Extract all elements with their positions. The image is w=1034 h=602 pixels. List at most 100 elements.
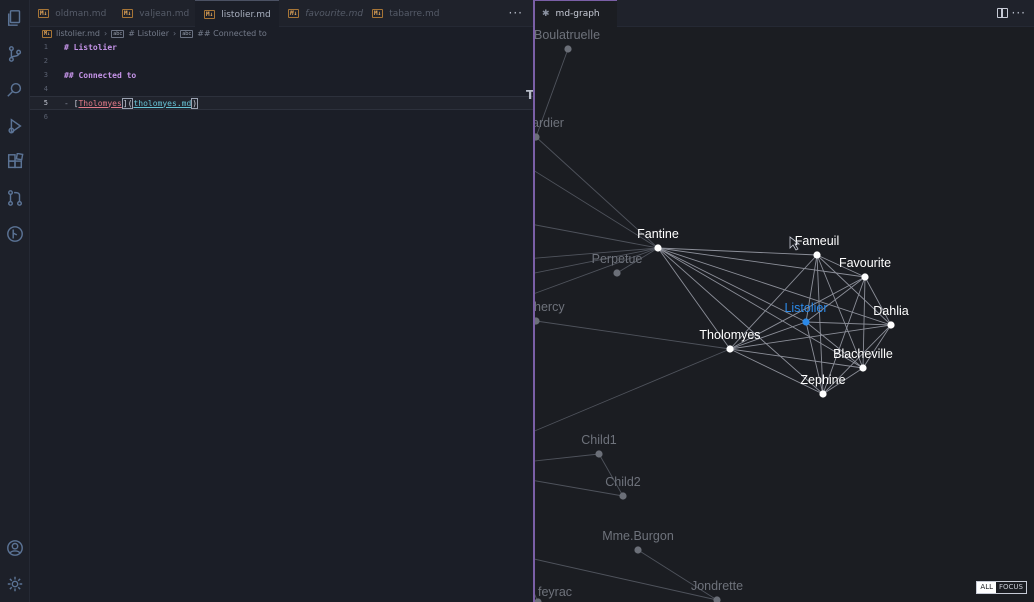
chevron-right-icon: › [104, 29, 108, 38]
line-text: ## Connected to [64, 70, 137, 80]
graph-node-label: Dahlia [873, 304, 908, 318]
graph-edge [657, 247, 824, 395]
tab-tabarre[interactable]: M↓ tabarre.md [372, 0, 439, 27]
source-control-icon[interactable] [5, 44, 25, 64]
code-line[interactable]: 2 [30, 54, 533, 68]
extensions-icon[interactable] [5, 152, 25, 172]
graph-node-child2[interactable]: Child2 [605, 475, 641, 500]
graph-node-child1[interactable]: Child1 [581, 433, 617, 458]
more-actions-icon[interactable]: ··· [1012, 6, 1026, 20]
focus-mode-button[interactable]: FOCUS [996, 582, 1026, 593]
graph-node-dot[interactable] [634, 546, 642, 554]
pull-request-icon[interactable] [5, 188, 25, 208]
code-line[interactable]: 1 # Listolier [30, 40, 533, 54]
line-number: 6 [43, 113, 48, 121]
graph-node-label: Zephine [800, 373, 845, 387]
graph-node-dot[interactable] [726, 345, 734, 353]
git-graph-icon[interactable] [5, 224, 25, 244]
graph-node-label: Perpetue [592, 252, 643, 266]
code-line-current[interactable]: 5 - [Tholomyes](tholomyes.md) [30, 96, 533, 110]
graph-node-dot[interactable] [713, 596, 721, 602]
link-url[interactable]: tholomyes.md [133, 99, 191, 108]
graph-node-label: Fameuil [795, 234, 839, 248]
tab-md-graph[interactable]: ✱ md-graph [535, 0, 617, 27]
graph-panel: ✱ md-graph ··· Boulatruelle ardier Fantine… [535, 0, 1034, 602]
graph-node-label: Jondrette [691, 579, 743, 593]
graph-node-dot[interactable] [813, 251, 821, 259]
graph-node-dot[interactable] [859, 364, 867, 372]
all-mode-button[interactable]: ALL [977, 582, 996, 593]
line-number: 1 [43, 43, 48, 51]
markdown-file-icon: M↓ [42, 29, 53, 38]
graph-node-fantine[interactable]: Fantine [637, 227, 679, 252]
graph-node-thenardier[interactable]: ardier [535, 116, 564, 141]
graph-node-zephine[interactable]: Zephine [800, 373, 846, 398]
graph-node-label: Mme.Burgon [602, 529, 674, 543]
tab-favourite[interactable]: M↓ favourite.md [288, 0, 363, 27]
graph-node-dot[interactable] [564, 45, 572, 53]
tab-valjean[interactable]: M↓ valjean.md [122, 0, 189, 27]
graph-node-dot[interactable] [595, 450, 603, 458]
line-number: 2 [43, 57, 48, 65]
settings-gear-icon[interactable] [5, 574, 25, 594]
code-line[interactable]: 4 [30, 82, 533, 96]
code-line[interactable]: 3 ## Connected to [30, 68, 533, 82]
tab-label: listolier.md [221, 9, 271, 20]
tab-label: favourite.md [305, 8, 364, 19]
graph-node-simplice[interactable]: hercy [535, 300, 565, 325]
graph-node-dot[interactable] [802, 318, 810, 326]
search-icon[interactable] [5, 80, 25, 100]
graph-node-label: feyrac [538, 585, 572, 599]
editor-group: M↓ oldman.md M↓ valjean.md M↓ listolier.… [30, 0, 534, 602]
breadcrumb-file[interactable]: listolier.md [56, 29, 100, 38]
graph-node-label: Child1 [581, 433, 616, 447]
graph-node-dot[interactable] [654, 244, 662, 252]
graph-node-tholomyes[interactable]: Tholomyes [699, 328, 761, 353]
graph-node-fameuil[interactable]: Fameuil [795, 234, 839, 259]
split-editor-icon[interactable] [997, 8, 1008, 18]
graph-node-dot[interactable] [887, 321, 895, 329]
graph-node-blacheville[interactable]: Blacheville [833, 347, 893, 372]
tab-listolier[interactable]: M↓ listolier.md [195, 0, 279, 28]
graph-node-favourite[interactable]: Favourite [839, 256, 891, 281]
tab-label: valjean.md [139, 8, 190, 19]
line-number: 3 [43, 71, 48, 79]
graph-node-courfeyrac[interactable]: feyrac [535, 585, 572, 602]
explorer-icon[interactable] [5, 8, 25, 28]
graph-node-label: hercy [535, 300, 565, 314]
breadcrumb: M↓ listolier.md › abc # Listolier › abc … [30, 27, 533, 40]
graph-node-dot[interactable] [535, 317, 540, 325]
breadcrumb-symbol-heading2[interactable]: ## Connected to [197, 29, 267, 38]
markdown-file-icon: M↓ [204, 10, 216, 19]
graph-node-label: ardier [535, 116, 564, 130]
breadcrumb-symbol-heading1[interactable]: # Listolier [128, 29, 169, 38]
graph-node-dot[interactable] [613, 269, 621, 277]
graph-node-boulatruelle[interactable]: Boulatruelle [535, 28, 600, 53]
graph-node-mmeburgon[interactable]: Mme.Burgon [602, 529, 674, 554]
tab-label: oldman.md [55, 8, 107, 19]
account-icon[interactable] [5, 538, 25, 558]
graph-node-label: Boulatruelle [535, 28, 600, 42]
more-actions-icon[interactable]: ··· [509, 6, 523, 20]
line-text: - [Tholomyes](tholomyes.md) [64, 97, 199, 109]
graph-node-dot[interactable] [861, 273, 869, 281]
link-text[interactable]: Tholomyes [78, 99, 121, 108]
tab-oldman[interactable]: M↓ oldman.md [38, 0, 106, 27]
run-debug-icon[interactable] [5, 116, 25, 136]
markdown-file-icon: M↓ [38, 9, 50, 18]
code-line[interactable]: 6 [30, 110, 533, 124]
graph-node-dot[interactable] [819, 390, 827, 398]
graph-node-label: Child2 [605, 475, 640, 489]
graph-node-listolier[interactable]: Listolier [784, 301, 828, 326]
graph-node-jondrette[interactable]: Jondrette [691, 579, 743, 602]
graph-node-label: Tholomyes [699, 328, 760, 342]
line-number: 4 [43, 85, 48, 93]
link-bracket: ]( [121, 97, 134, 109]
graph-node-label: Fantine [637, 227, 679, 241]
graph-node-perpetue[interactable]: Perpetue [592, 252, 643, 277]
graph-edges [535, 48, 892, 602]
graph-node-dot[interactable] [619, 492, 627, 500]
markdown-file-icon: M↓ [122, 9, 134, 18]
graph-canvas[interactable]: Boulatruelle ardier Fantine Perpetue hercy Fa… [535, 27, 1034, 602]
graph-mode-toggle[interactable]: ALL FOCUS [976, 581, 1027, 594]
